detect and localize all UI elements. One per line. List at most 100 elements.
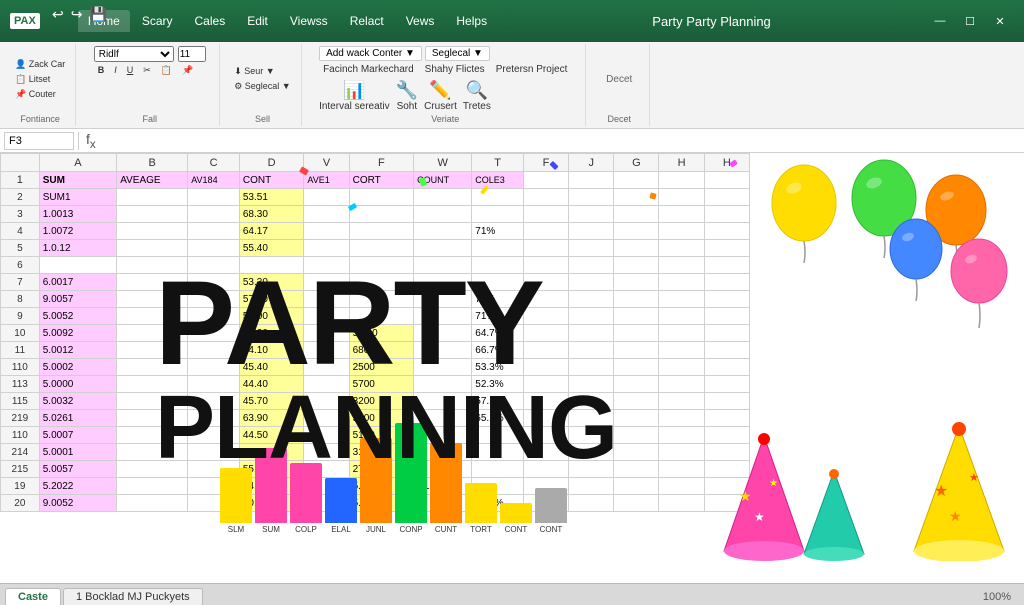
- litset-button[interactable]: 📋 Litset: [11, 73, 69, 86]
- row-num-9[interactable]: 9: [1, 308, 40, 325]
- cell-row9-col13[interactable]: [704, 308, 749, 325]
- cell-row9-col9[interactable]: [523, 308, 568, 325]
- sheet-tab-caste[interactable]: Caste: [5, 588, 61, 605]
- cell-row110-col6[interactable]: 2500: [349, 359, 414, 376]
- cell-row115-col2[interactable]: [117, 393, 188, 410]
- cell-row113-col4[interactable]: 44.40: [239, 376, 304, 393]
- cell-row110-col12[interactable]: [659, 359, 704, 376]
- cell-row11-col8[interactable]: 66.7%: [472, 342, 524, 359]
- row-num-8[interactable]: 8: [1, 291, 40, 308]
- tab-relact[interactable]: Relact: [340, 10, 394, 32]
- col-header-V[interactable]: V: [304, 154, 349, 172]
- cell-row110-col5[interactable]: [304, 359, 349, 376]
- underline-button[interactable]: U: [123, 64, 138, 77]
- cell-row110-col9[interactable]: [523, 359, 568, 376]
- cell-row115-col11[interactable]: [614, 393, 659, 410]
- cell-row113-col8[interactable]: 52.3%: [472, 376, 524, 393]
- cell-row6-col6[interactable]: [349, 257, 414, 274]
- row-num-110[interactable]: 110: [1, 359, 40, 376]
- row-num-4[interactable]: 4: [1, 223, 40, 240]
- cell-row2-col13[interactable]: [704, 189, 749, 206]
- cell-row4-col10[interactable]: [569, 223, 614, 240]
- cell-row110-col10[interactable]: [569, 359, 614, 376]
- cell-row11-col12[interactable]: [659, 342, 704, 359]
- row-num-215[interactable]: 215: [1, 461, 40, 478]
- cell-1-9[interactable]: [523, 172, 568, 189]
- cell-row5-col8[interactable]: [472, 240, 524, 257]
- cell-T1[interactable]: COLE3: [472, 172, 524, 189]
- cell-row115-col4[interactable]: 45.70: [239, 393, 304, 410]
- cell-row11-col9[interactable]: [523, 342, 568, 359]
- cell-row115-col1[interactable]: 5.0032: [39, 393, 116, 410]
- cell-row4-col1[interactable]: 1.0072: [39, 223, 116, 240]
- cell-row7-col2[interactable]: [117, 274, 188, 291]
- cell-row9-col12[interactable]: [659, 308, 704, 325]
- cell-row8-col4[interactable]: 57.40: [239, 291, 304, 308]
- cell-row3-col3[interactable]: [188, 206, 240, 223]
- tretes-button[interactable]: 🔍 Tretes: [463, 80, 491, 112]
- cell-row7-col10[interactable]: [569, 274, 614, 291]
- cell-row5-col4[interactable]: 55.40: [239, 240, 304, 257]
- italic-button[interactable]: I: [110, 64, 121, 77]
- cell-row5-col11[interactable]: [614, 240, 659, 257]
- cell-row2-col6[interactable]: [349, 189, 414, 206]
- cell-row115-col8[interactable]: 57.1%: [472, 393, 524, 410]
- cell-row110-col4[interactable]: 45.40: [239, 359, 304, 376]
- cell-row11-col13[interactable]: [704, 342, 749, 359]
- tab-edit[interactable]: Edit: [237, 10, 278, 32]
- cell-row4-col9[interactable]: [523, 223, 568, 240]
- seglecal2-button[interactable]: Seglecal ▼: [425, 46, 490, 61]
- tab-cales[interactable]: Cales: [185, 10, 236, 32]
- cell-row215-col1[interactable]: 5.0057: [39, 461, 116, 478]
- cell-row8-col9[interactable]: [523, 291, 568, 308]
- cell-B1[interactable]: AVEAGE: [117, 172, 188, 189]
- cut-button[interactable]: ✂: [139, 64, 155, 77]
- row-num-19[interactable]: 19: [1, 478, 40, 495]
- fx-button[interactable]: fx: [83, 131, 99, 151]
- cell-row8-col6[interactable]: [349, 291, 414, 308]
- cell-row113-col3[interactable]: [188, 376, 240, 393]
- cell-1-12[interactable]: [659, 172, 704, 189]
- col-header-J[interactable]: J: [569, 154, 614, 172]
- cell-row2-col4[interactable]: 53.51: [239, 189, 304, 206]
- cell-row5-col10[interactable]: [569, 240, 614, 257]
- cell-row7-col3[interactable]: [188, 274, 240, 291]
- cell-row7-col9[interactable]: [523, 274, 568, 291]
- minimize-button[interactable]: —: [926, 10, 954, 32]
- cell-row115-col9[interactable]: [523, 393, 568, 410]
- cell-1-11[interactable]: [614, 172, 659, 189]
- cell-row19-col1[interactable]: 5.2022: [39, 478, 116, 495]
- cell-row8-col8[interactable]: 77%: [472, 291, 524, 308]
- cell-row3-col5[interactable]: [304, 206, 349, 223]
- cell-row6-col3[interactable]: [188, 257, 240, 274]
- cell-row11-col1[interactable]: 5.0012: [39, 342, 116, 359]
- row-num-214[interactable]: 214: [1, 444, 40, 461]
- cell-row10-col11[interactable]: [614, 325, 659, 342]
- name-box[interactable]: [4, 132, 74, 150]
- cell-1-13[interactable]: [704, 172, 749, 189]
- cell-row113-col2[interactable]: [117, 376, 188, 393]
- col-header-C[interactable]: C: [188, 154, 240, 172]
- cell-row11-col6[interactable]: 6800: [349, 342, 414, 359]
- cell-row11-col7[interactable]: [414, 342, 472, 359]
- cell-row8-col7[interactable]: [414, 291, 472, 308]
- cell-row10-col4[interactable]: 53.30: [239, 325, 304, 342]
- zack-car-button[interactable]: 👤 Zack Car: [11, 58, 69, 71]
- col-header-H[interactable]: H: [659, 154, 704, 172]
- font-size-input[interactable]: [178, 46, 206, 62]
- cell-row5-col9[interactable]: [523, 240, 568, 257]
- col-header-A[interactable]: A: [39, 154, 116, 172]
- cell-row113-col11[interactable]: [614, 376, 659, 393]
- cell-row2-col8[interactable]: [472, 189, 524, 206]
- cell-row7-col8[interactable]: [472, 274, 524, 291]
- cell-row7-col6[interactable]: [349, 274, 414, 291]
- cell-row11-col2[interactable]: [117, 342, 188, 359]
- cell-row6-col1[interactable]: [39, 257, 116, 274]
- seur-button[interactable]: ⬇ Seur ▼: [230, 65, 295, 78]
- cell-row9-col7[interactable]: [414, 308, 472, 325]
- cell-row110-col2[interactable]: [117, 359, 188, 376]
- cell-row10-col13[interactable]: [704, 325, 749, 342]
- cell-row9-col6[interactable]: [349, 308, 414, 325]
- cell-row3-col2[interactable]: [117, 206, 188, 223]
- cell-row113-col6[interactable]: 5700: [349, 376, 414, 393]
